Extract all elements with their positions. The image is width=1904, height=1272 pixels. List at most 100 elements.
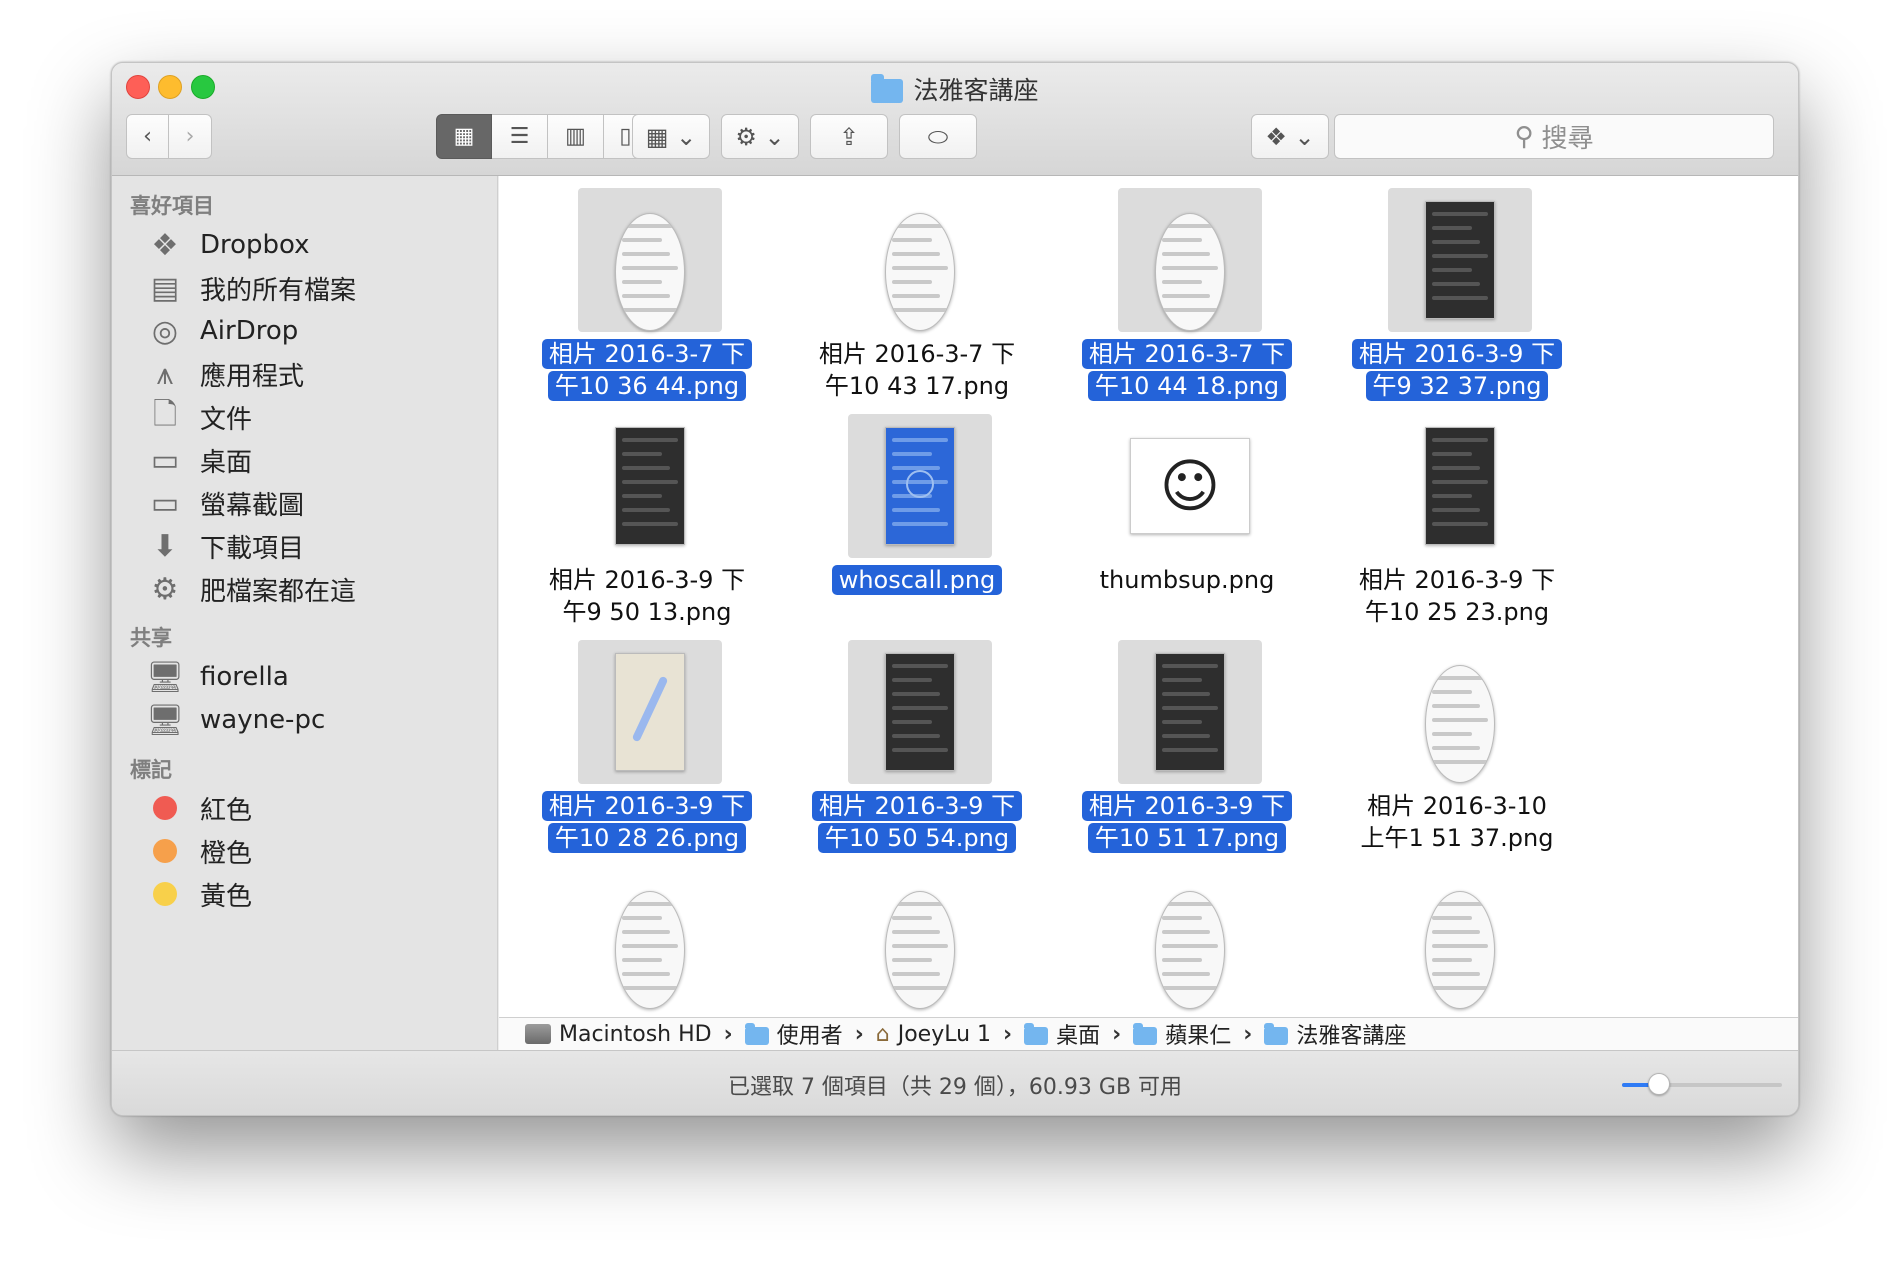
sidebar-item-desktop[interactable]: ▭ 桌面 — [146, 440, 252, 480]
chevron-right-icon: › — [185, 124, 195, 149]
back-button[interactable]: ‹ — [126, 114, 169, 159]
slider-knob[interactable] — [1648, 1073, 1670, 1095]
sidebar-tag-yellow[interactable]: 黃色 — [146, 874, 252, 914]
file-thumbnail[interactable] — [578, 640, 722, 784]
red-tag-icon — [153, 796, 177, 820]
preview-line — [1432, 930, 1480, 934]
sidebar-item-label: AirDrop — [200, 316, 299, 346]
icon-view-button[interactable]: ▦ — [436, 114, 492, 159]
preview-line — [1432, 732, 1472, 736]
path-segment-macintosh-hd[interactable]: Macintosh HD — [525, 1022, 712, 1047]
path-segment-pingguoren[interactable]: 蘋果仁 — [1133, 1018, 1231, 1050]
chevron-right-icon: › — [1243, 1021, 1253, 1047]
preview-line — [1162, 972, 1210, 976]
share-button[interactable]: ⇪ — [810, 114, 888, 159]
file-thumbnail[interactable] — [578, 414, 722, 558]
preview-line — [892, 972, 940, 976]
sidebar-item-label: 黃色 — [200, 881, 253, 912]
file-thumbnail[interactable] — [1388, 414, 1532, 558]
dollar-icon — [906, 470, 934, 498]
screenshot-preview — [615, 213, 685, 331]
sidebar-item-applications[interactable]: ⩚ 應用程式 — [146, 354, 304, 394]
sidebar-item-documents[interactable]: 🗋 文件 — [146, 397, 252, 437]
list-view-button[interactable]: ☰ — [492, 114, 548, 159]
file-name-line: 相片 2016-3-7 下 — [818, 340, 1016, 368]
sidebar-item-big-files[interactable]: ⚙ 肥檔案都在這 — [146, 569, 356, 609]
preview-line — [1162, 734, 1210, 738]
file-name-line: 午10 25 23.png — [1364, 598, 1550, 626]
file-thumbnail[interactable] — [578, 188, 722, 332]
preview-line — [892, 930, 940, 934]
sidebar-item-label: 橙色 — [200, 838, 253, 869]
file-name-line: thumbsup.png — [1099, 566, 1275, 594]
file-thumbnail[interactable] — [848, 640, 992, 784]
screenshot-preview — [1425, 665, 1495, 783]
action-button[interactable]: ⚙ ⌄ — [721, 114, 799, 159]
column-view-button[interactable]: ▥ — [548, 114, 604, 159]
preview-line — [1432, 958, 1472, 962]
file-thumbnail[interactable] — [578, 866, 722, 1010]
preview-line — [892, 748, 948, 752]
forward-button[interactable]: › — [169, 114, 212, 159]
screenshot-preview — [615, 891, 685, 1009]
file-name-line: 午10 28 26.png — [547, 823, 747, 853]
sidebar-tag-orange[interactable]: 橙色 — [146, 831, 252, 871]
file-thumbnail[interactable] — [848, 414, 992, 558]
folder-icon — [871, 74, 904, 103]
dropbox-button[interactable]: ❖ ⌄ — [1251, 114, 1329, 159]
path-segment-home[interactable]: ⌂ JoeyLu 1 — [876, 1022, 991, 1047]
preview-line — [892, 692, 940, 696]
sidebar-item-wayne-pc[interactable]: 🖥 wayne-pc — [146, 700, 325, 740]
folder-icon — [1024, 1023, 1049, 1045]
path-segment-users[interactable]: 使用者 — [744, 1018, 843, 1050]
file-thumbnail[interactable] — [1118, 866, 1262, 1010]
file-thumbnail[interactable] — [1388, 640, 1532, 784]
preview-line — [1162, 280, 1202, 284]
sidebar-tag-red[interactable]: 紅色 — [146, 788, 252, 828]
file-name-line: 相片 2016-3-9 下 — [1351, 339, 1563, 369]
preview-line — [622, 986, 678, 990]
tag-dot — [146, 875, 184, 913]
computer-icon: 🖥 — [145, 702, 185, 738]
file-name-line: 上午1 51 37.png — [1360, 824, 1554, 852]
tag-button[interactable]: ⬭ — [899, 114, 977, 159]
arrange-button[interactable]: ▦ ⌄ — [632, 114, 710, 159]
preview-line — [892, 238, 932, 242]
sidebar-item-airdrop[interactable]: ◎ AirDrop — [146, 311, 298, 351]
path-label: JoeyLu 1 — [897, 1021, 992, 1047]
file-name-line: 午10 44 18.png — [1087, 371, 1287, 401]
sidebar-item-label: 肥檔案都在這 — [200, 576, 357, 607]
preview-line — [1432, 226, 1472, 230]
file-name: 相片 2016-3-7 下午10 36 44.png — [512, 338, 782, 402]
sidebar-item-downloads[interactable]: ⬇ 下載項目 — [146, 526, 304, 566]
preview-line — [892, 438, 948, 442]
sidebar-item-label: Dropbox — [200, 230, 310, 260]
file-thumbnail[interactable]: ☺ — [1118, 414, 1262, 558]
screenshot-preview — [615, 427, 685, 545]
file-thumbnail[interactable] — [1388, 188, 1532, 332]
path-segment-current[interactable]: 法雅客講座 — [1264, 1018, 1406, 1050]
file-name-line: 相片 2016-3-7 下 — [541, 339, 753, 369]
sidebar-item-label: fiorella — [200, 662, 289, 692]
icon-size-slider[interactable] — [1622, 1073, 1782, 1095]
sidebar-item-fiorella[interactable]: 🖥 fiorella — [146, 657, 289, 697]
file-thumbnail[interactable] — [1118, 188, 1262, 332]
file-thumbnail[interactable] — [848, 866, 992, 1010]
search-field[interactable]: ⚲ 搜尋 — [1334, 114, 1774, 159]
file-thumbnail[interactable] — [1388, 866, 1532, 1010]
tags-header: 標記 — [130, 758, 172, 782]
file-name-line: 午10 50 54.png — [817, 823, 1017, 853]
preview-line — [892, 522, 948, 526]
sidebar-item-dropbox[interactable]: ❖ Dropbox — [146, 225, 310, 265]
file-thumbnail[interactable] — [1118, 640, 1262, 784]
sidebar-item-screenshots[interactable]: ▭ 螢幕截圖 — [146, 483, 304, 523]
preview-line — [1162, 944, 1218, 948]
sidebar-item-label: 下載項目 — [200, 533, 305, 564]
preview-line — [1432, 944, 1488, 948]
path-segment-desktop[interactable]: 桌面 — [1024, 1018, 1100, 1050]
sidebar-item-all-files[interactable]: ▤ 我的所有檔案 — [146, 268, 356, 308]
file-thumbnail[interactable] — [848, 188, 992, 332]
preview-line — [1162, 930, 1210, 934]
preview-line — [1162, 692, 1210, 696]
preview-line — [1432, 494, 1472, 498]
